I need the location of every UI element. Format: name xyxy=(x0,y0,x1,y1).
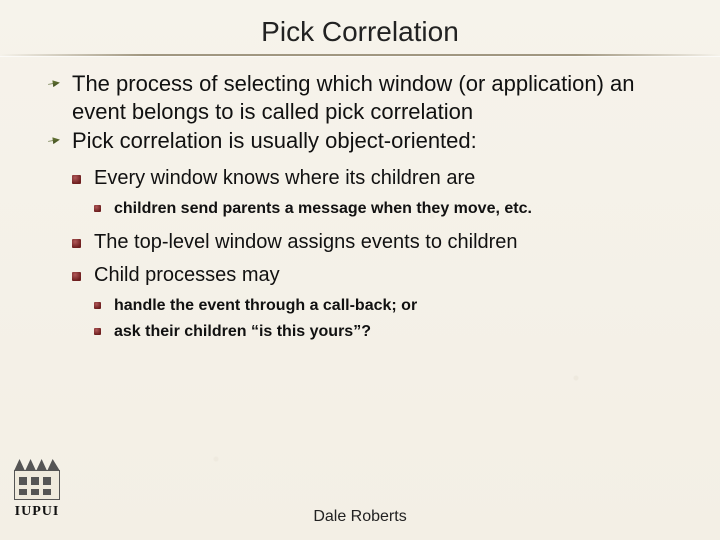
list-item-text: Pick correlation is usually object-orien… xyxy=(72,128,477,153)
list-item-text: Child processes may xyxy=(94,264,280,286)
footer-author: Dale Roberts xyxy=(0,508,720,526)
list-item: children send parents a message when the… xyxy=(94,198,682,220)
slide-title: Pick Correlation xyxy=(30,12,690,54)
list-item: The top-level window assigns events to c… xyxy=(72,229,682,256)
list-item: The process of selecting which window (o… xyxy=(48,70,682,125)
logo-windows xyxy=(19,477,55,495)
list-item: Child processes may handle the event thr… xyxy=(72,262,682,342)
logo-graphic xyxy=(14,470,60,500)
list-item: ask their children “is this yours”? xyxy=(94,321,682,343)
bullet-list-level-1: The process of selecting which window (o… xyxy=(48,70,682,342)
title-underline xyxy=(0,54,720,56)
bullet-list-level-3: children send parents a message when the… xyxy=(94,198,682,220)
bullet-list-level-2: Every window knows where its children ar… xyxy=(72,165,682,343)
list-item-text: Every window knows where its children ar… xyxy=(94,167,475,189)
list-item: Pick correlation is usually object-orien… xyxy=(48,127,682,342)
slide: Pick Correlation The process of selectin… xyxy=(0,0,720,540)
list-item: handle the event through a call-back; or xyxy=(94,295,682,317)
bullet-list-level-3: handle the event through a call-back; or… xyxy=(94,295,682,342)
slide-content: The process of selecting which window (o… xyxy=(30,70,690,342)
list-item: Every window knows where its children ar… xyxy=(72,165,682,220)
